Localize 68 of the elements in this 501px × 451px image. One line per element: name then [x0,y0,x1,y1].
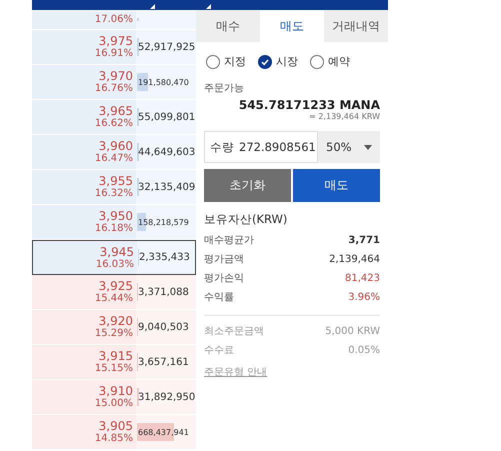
volume-text: 31,892,950 [137,392,196,402]
price-text: 3,905 [98,419,133,433]
volume-text: 55,099,801 [137,112,196,122]
holding-label: 평가손익 [204,272,244,286]
change-text: 17.06% [94,14,133,26]
percent-dropdown[interactable]: 50% [318,131,380,163]
radio-button[interactable] [310,54,324,68]
volume-text: 3,371,088 [137,286,189,298]
holding-value: 3.96% [348,291,380,305]
info-value: 5,000 KRW [325,325,380,339]
price-text: 3,960 [98,139,133,153]
reset-button[interactable]: 초기화 [204,169,291,202]
change-text: 16.03% [96,258,134,270]
volume-text: 9,040,503 [137,322,189,332]
price-text: 3,920 [98,314,133,328]
change-text: 15.44% [94,293,133,305]
quantity-field[interactable]: 수량 272.8908561 [204,131,318,163]
available-amount: 545.78171233 MANA [238,98,380,112]
change-text: 16.76% [94,83,133,95]
volume-text: 32,135,409 [137,182,196,192]
change-text: 15.29% [94,328,133,340]
change-text: 16.91% [94,48,133,60]
volume-text: 158,218,579 [137,218,189,226]
price-text: 3,910 [98,384,133,398]
sell-button[interactable]: 매도 [293,169,380,202]
price-text: 3,925 [98,279,133,293]
volume-text: 191,580,470 [137,78,189,86]
holding-value: 3,771 [348,234,380,248]
info-label: 최소주문금액 [204,325,264,339]
check-icon [260,56,270,66]
holding-value: 81,423 [345,272,380,286]
volume-text: 2,335,433 [138,252,190,263]
change-text: 16.62% [94,118,133,130]
holdings-title: 보유자산(KRW) [204,212,288,227]
volume-text: 52,917,925 [137,42,196,52]
info-label: 수수료 [204,344,234,358]
volume-text: 3,657,161 [137,356,189,368]
orderbook-row[interactable]: 17.06% [32,10,196,30]
price-text: 3,975 [98,34,133,48]
change-text: 15.15% [94,363,133,375]
change-text: 16.18% [94,223,133,235]
caret-icon [364,144,372,150]
price-text: 3,945 [100,244,134,258]
price-text: 3,950 [98,209,133,223]
available-label: 주문가능 [204,82,245,95]
radio-button[interactable] [206,54,220,68]
price-text: 3,915 [98,349,133,363]
radio-button[interactable] [258,54,272,68]
holding-value: 2,139,464 [329,253,380,267]
change-text: 16.47% [94,153,133,165]
radio-label: 예약 [328,54,350,69]
price-text: 3,955 [98,174,133,188]
price-text: 3,965 [98,104,133,118]
change-text: 15.00% [94,398,133,410]
radio-label: 시장 [276,54,298,69]
volume-text: 44,649,603 [137,146,196,158]
tab[interactable]: 매수 [196,10,260,42]
holding-label: 평가금액 [204,253,244,267]
change-text: 14.85% [94,433,133,445]
holding-label: 매수평균가 [204,234,254,248]
info-value: 0.05% [348,344,380,358]
holding-label: 수익률 [204,291,234,305]
radio-label: 지정 [224,54,246,69]
price-text: 3,970 [98,69,133,83]
available-krw: ≈ 2,139,464 KRW [308,112,380,121]
tab[interactable]: 거래내역 [324,10,388,42]
change-text: 16.32% [94,188,133,200]
volume-text: 668,437,941 [137,428,189,436]
